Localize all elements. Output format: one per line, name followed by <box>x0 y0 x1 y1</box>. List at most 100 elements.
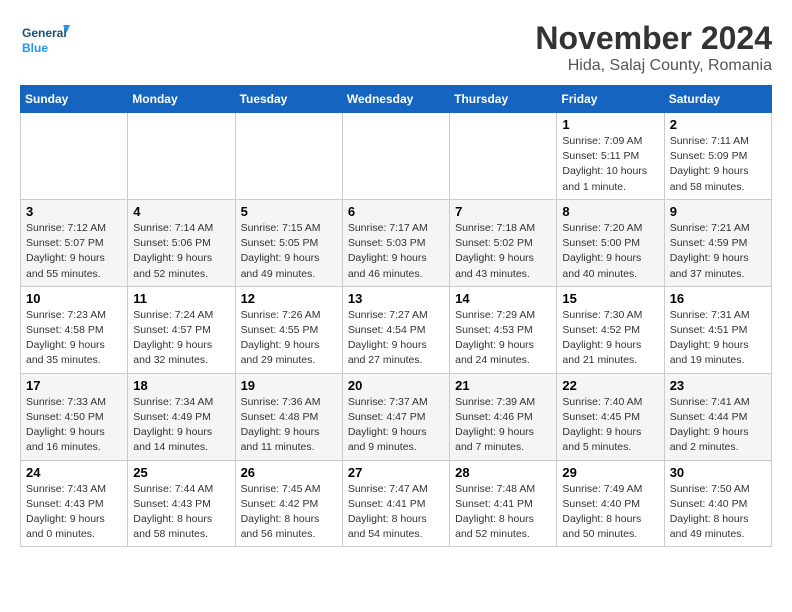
page-title: November 2024 <box>535 20 772 57</box>
day-info: Sunrise: 7:45 AM Sunset: 4:42 PM Dayligh… <box>241 482 337 543</box>
day-info: Sunrise: 7:18 AM Sunset: 5:02 PM Dayligh… <box>455 221 551 282</box>
title-block: November 2024 Hida, Salaj County, Romani… <box>535 20 772 75</box>
table-cell: 17 Sunrise: 7:33 AM Sunset: 4:50 PM Dayli… <box>21 373 128 460</box>
day-number: 17 <box>26 378 122 393</box>
day-number: 23 <box>670 378 766 393</box>
day-number: 27 <box>348 465 444 480</box>
day-info: Sunrise: 7:39 AM Sunset: 4:46 PM Dayligh… <box>455 395 551 456</box>
table-cell <box>235 113 342 200</box>
table-cell: 2Sunrise: 7:11 AM Sunset: 5:09 PM Daylig… <box>664 113 771 200</box>
table-cell: 5Sunrise: 7:15 AM Sunset: 5:05 PM Daylig… <box>235 199 342 286</box>
day-info: Sunrise: 7:36 AM Sunset: 4:48 PM Dayligh… <box>241 395 337 456</box>
day-number: 2 <box>670 117 766 132</box>
calendar-header-row: Sunday Monday Tuesday Wednesday Thursday… <box>21 86 772 113</box>
day-number: 18 <box>133 378 229 393</box>
table-cell: 4 Sunrise: 7:14 AM Sunset: 5:06 PM Daylig… <box>128 199 235 286</box>
table-cell: 15Sunrise: 7:30 AM Sunset: 4:52 PM Dayli… <box>557 286 664 373</box>
day-number: 13 <box>348 291 444 306</box>
day-number: 24 <box>26 465 122 480</box>
day-number: 22 <box>562 378 658 393</box>
calendar-week-1: 1 Sunrise: 7:09 AM Sunset: 5:11 PM Daylig… <box>21 113 772 200</box>
day-info: Sunrise: 7:21 AM Sunset: 4:59 PM Dayligh… <box>670 221 766 282</box>
day-number: 10 <box>26 291 122 306</box>
table-cell: 22 Sunrise: 7:40 AM Sunset: 4:45 PM Dayli… <box>557 373 664 460</box>
day-info: Sunrise: 7:26 AM Sunset: 4:55 PM Dayligh… <box>241 308 337 369</box>
day-info: Sunrise: 7:33 AM Sunset: 4:50 PM Dayligh… <box>26 395 122 456</box>
header-monday: Monday <box>128 86 235 113</box>
logo: General Blue <box>20 20 70 60</box>
day-number: 29 <box>562 465 658 480</box>
day-info: Sunrise: 7:29 AM Sunset: 4:53 PM Dayligh… <box>455 308 551 369</box>
logo-text: General Blue <box>20 20 70 60</box>
table-cell: 29 Sunrise: 7:49 AM Sunset: 4:40 PM Dayli… <box>557 460 664 547</box>
day-number: 5 <box>241 204 337 219</box>
logo-svg: General Blue <box>20 20 70 60</box>
calendar-week-5: 24Sunrise: 7:43 AM Sunset: 4:43 PM Dayli… <box>21 460 772 547</box>
table-cell: 11Sunrise: 7:24 AM Sunset: 4:57 PM Dayli… <box>128 286 235 373</box>
day-number: 16 <box>670 291 766 306</box>
day-number: 26 <box>241 465 337 480</box>
day-info: Sunrise: 7:27 AM Sunset: 4:54 PM Dayligh… <box>348 308 444 369</box>
day-number: 30 <box>670 465 766 480</box>
table-cell: 10 Sunrise: 7:23 AM Sunset: 4:58 PM Dayli… <box>21 286 128 373</box>
day-info: Sunrise: 7:37 AM Sunset: 4:47 PM Dayligh… <box>348 395 444 456</box>
day-info: Sunrise: 7:20 AM Sunset: 5:00 PM Dayligh… <box>562 221 658 282</box>
day-info: Sunrise: 7:14 AM Sunset: 5:06 PM Dayligh… <box>133 221 229 282</box>
day-number: 19 <box>241 378 337 393</box>
table-cell: 30 Sunrise: 7:50 AM Sunset: 4:40 PM Dayli… <box>664 460 771 547</box>
day-number: 9 <box>670 204 766 219</box>
header-wednesday: Wednesday <box>342 86 449 113</box>
table-cell: 12 Sunrise: 7:26 AM Sunset: 4:55 PM Dayli… <box>235 286 342 373</box>
table-cell: 23Sunrise: 7:41 AM Sunset: 4:44 PM Dayli… <box>664 373 771 460</box>
day-number: 3 <box>26 204 122 219</box>
table-cell <box>342 113 449 200</box>
day-number: 28 <box>455 465 551 480</box>
calendar-table: Sunday Monday Tuesday Wednesday Thursday… <box>20 85 772 547</box>
page-subtitle: Hida, Salaj County, Romania <box>535 57 772 75</box>
day-number: 21 <box>455 378 551 393</box>
table-cell: 7 Sunrise: 7:18 AM Sunset: 5:02 PM Daylig… <box>450 199 557 286</box>
day-info: Sunrise: 7:12 AM Sunset: 5:07 PM Dayligh… <box>26 221 122 282</box>
table-cell: 1 Sunrise: 7:09 AM Sunset: 5:11 PM Daylig… <box>557 113 664 200</box>
page-container: General Blue November 2024 Hida, Salaj C… <box>0 0 792 557</box>
day-info: Sunrise: 7:31 AM Sunset: 4:51 PM Dayligh… <box>670 308 766 369</box>
table-cell: 8Sunrise: 7:20 AM Sunset: 5:00 PM Daylig… <box>557 199 664 286</box>
header-thursday: Thursday <box>450 86 557 113</box>
day-number: 4 <box>133 204 229 219</box>
table-cell: 25Sunrise: 7:44 AM Sunset: 4:43 PM Dayli… <box>128 460 235 547</box>
table-cell <box>128 113 235 200</box>
day-number: 15 <box>562 291 658 306</box>
table-cell: 27 Sunrise: 7:47 AM Sunset: 4:41 PM Dayli… <box>342 460 449 547</box>
day-number: 7 <box>455 204 551 219</box>
table-cell: 14Sunrise: 7:29 AM Sunset: 4:53 PM Dayli… <box>450 286 557 373</box>
day-info: Sunrise: 7:47 AM Sunset: 4:41 PM Dayligh… <box>348 482 444 543</box>
day-info: Sunrise: 7:24 AM Sunset: 4:57 PM Dayligh… <box>133 308 229 369</box>
svg-text:General: General <box>22 26 67 40</box>
header-friday: Friday <box>557 86 664 113</box>
svg-text:Blue: Blue <box>22 41 48 55</box>
header-sunday: Sunday <box>21 86 128 113</box>
day-info: Sunrise: 7:23 AM Sunset: 4:58 PM Dayligh… <box>26 308 122 369</box>
header-saturday: Saturday <box>664 86 771 113</box>
table-cell: 9 Sunrise: 7:21 AM Sunset: 4:59 PM Daylig… <box>664 199 771 286</box>
table-cell: 3 Sunrise: 7:12 AM Sunset: 5:07 PM Daylig… <box>21 199 128 286</box>
table-cell: 24Sunrise: 7:43 AM Sunset: 4:43 PM Dayli… <box>21 460 128 547</box>
table-cell: 21 Sunrise: 7:39 AM Sunset: 4:46 PM Dayli… <box>450 373 557 460</box>
day-info: Sunrise: 7:50 AM Sunset: 4:40 PM Dayligh… <box>670 482 766 543</box>
calendar-week-3: 10 Sunrise: 7:23 AM Sunset: 4:58 PM Dayli… <box>21 286 772 373</box>
day-info: Sunrise: 7:49 AM Sunset: 4:40 PM Dayligh… <box>562 482 658 543</box>
table-cell: 13 Sunrise: 7:27 AM Sunset: 4:54 PM Dayli… <box>342 286 449 373</box>
day-info: Sunrise: 7:40 AM Sunset: 4:45 PM Dayligh… <box>562 395 658 456</box>
day-number: 1 <box>562 117 658 132</box>
header-row: General Blue November 2024 Hida, Salaj C… <box>20 20 772 75</box>
day-info: Sunrise: 7:09 AM Sunset: 5:11 PM Dayligh… <box>562 134 658 195</box>
day-number: 6 <box>348 204 444 219</box>
day-info: Sunrise: 7:44 AM Sunset: 4:43 PM Dayligh… <box>133 482 229 543</box>
day-info: Sunrise: 7:17 AM Sunset: 5:03 PM Dayligh… <box>348 221 444 282</box>
day-number: 20 <box>348 378 444 393</box>
day-number: 12 <box>241 291 337 306</box>
table-cell <box>450 113 557 200</box>
table-cell: 6 Sunrise: 7:17 AM Sunset: 5:03 PM Daylig… <box>342 199 449 286</box>
calendar-week-2: 3 Sunrise: 7:12 AM Sunset: 5:07 PM Daylig… <box>21 199 772 286</box>
header-tuesday: Tuesday <box>235 86 342 113</box>
